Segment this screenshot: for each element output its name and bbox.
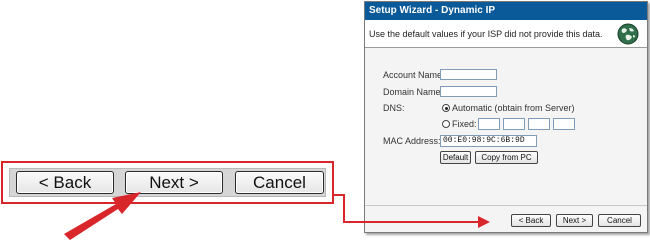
connector-arrow <box>334 194 490 228</box>
annotation-overlay <box>64 192 490 240</box>
pointer-arrow <box>64 192 141 240</box>
